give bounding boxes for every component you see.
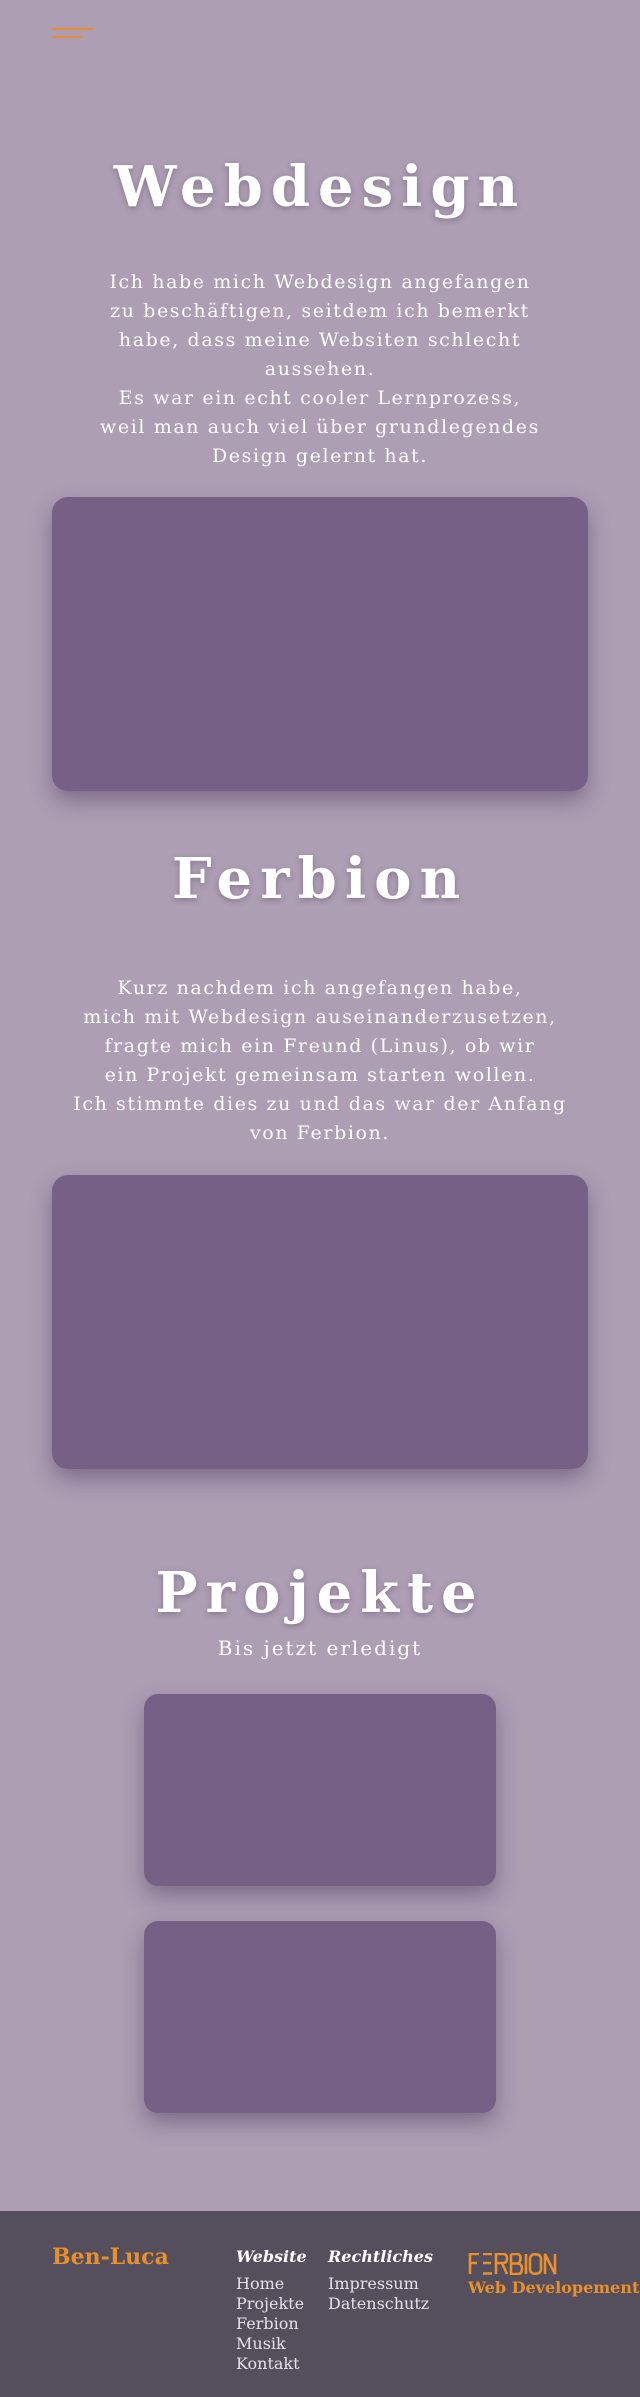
ferbion-text: Kurz nachdem ich angefangen habe, mich m… [40,974,600,1148]
footer-legal-column: Rechtliches Impressum Datenschutz [328,2247,433,2314]
footer-link-musik[interactable]: Musik [236,2334,307,2354]
footer-legal-heading: Rechtliches [328,2247,433,2266]
text-line: habe, dass meine Websiten schlecht [118,329,522,351]
page: Webdesign Ich habe mich Webdesign angefa… [0,0,640,2397]
ferbion-media [52,1175,588,1469]
projekte-title: Projekte [155,1560,485,1626]
footer: Ben-Luca Website Home Projekte Ferbion M… [0,2211,640,2397]
footer-link-home[interactable]: Home [236,2274,307,2294]
text-line: Ich habe mich Webdesign angefangen [109,271,531,293]
text-line: Kurz nachdem ich angefangen habe, [117,977,523,999]
text-line: aussehen. [264,358,376,380]
footer-brand[interactable]: Ben-Luca [52,2244,169,2270]
footer-link-ferbion[interactable]: Ferbion [236,2314,307,2334]
ferbion-title: Ferbion [171,846,469,912]
text-line: zu beschäftigen, seitdem ich bemerkt [110,300,530,322]
text-line: weil man auch viel über grundlegendes [100,416,540,438]
webdesign-title: Webdesign [113,154,527,220]
footer-website-heading: Website [236,2247,307,2266]
text-line: Ich stimmte dies zu und das war der Anfa… [73,1093,567,1115]
text-line: Design gelernt hat. [211,445,429,467]
text-line: Es war ein echt cooler Lernprozess, [118,387,522,409]
text-line: von Ferbion. [249,1122,391,1144]
text-line: fragte mich ein Freund (Linus), ob wir [104,1035,536,1057]
footer-tagline: Web Developement [468,2278,640,2297]
hamburger-menu-icon[interactable] [52,26,94,40]
menu-line [52,28,94,30]
footer-link-kontakt[interactable]: Kontakt [236,2354,307,2374]
project-card[interactable] [144,1921,496,2113]
footer-link-impressum[interactable]: Impressum [328,2274,433,2294]
text-line: mich mit Webdesign auseinanderzusetzen, [83,1006,557,1028]
webdesign-text: Ich habe mich Webdesign angefangen zu be… [40,268,600,471]
footer-website-column: Website Home Projekte Ferbion Musik Kont… [236,2247,307,2374]
footer-link-projekte[interactable]: Projekte [236,2294,307,2314]
project-card[interactable] [144,1694,496,1886]
menu-line [52,36,82,38]
footer-link-datenschutz[interactable]: Datenschutz [328,2294,433,2314]
text-line: ein Projekt gemeinsam starten wollen. [104,1064,536,1086]
webdesign-media [52,497,588,791]
projekte-subtitle: Bis jetzt erledigt [217,1636,423,1660]
ferbion-logo[interactable] [468,2253,558,2275]
